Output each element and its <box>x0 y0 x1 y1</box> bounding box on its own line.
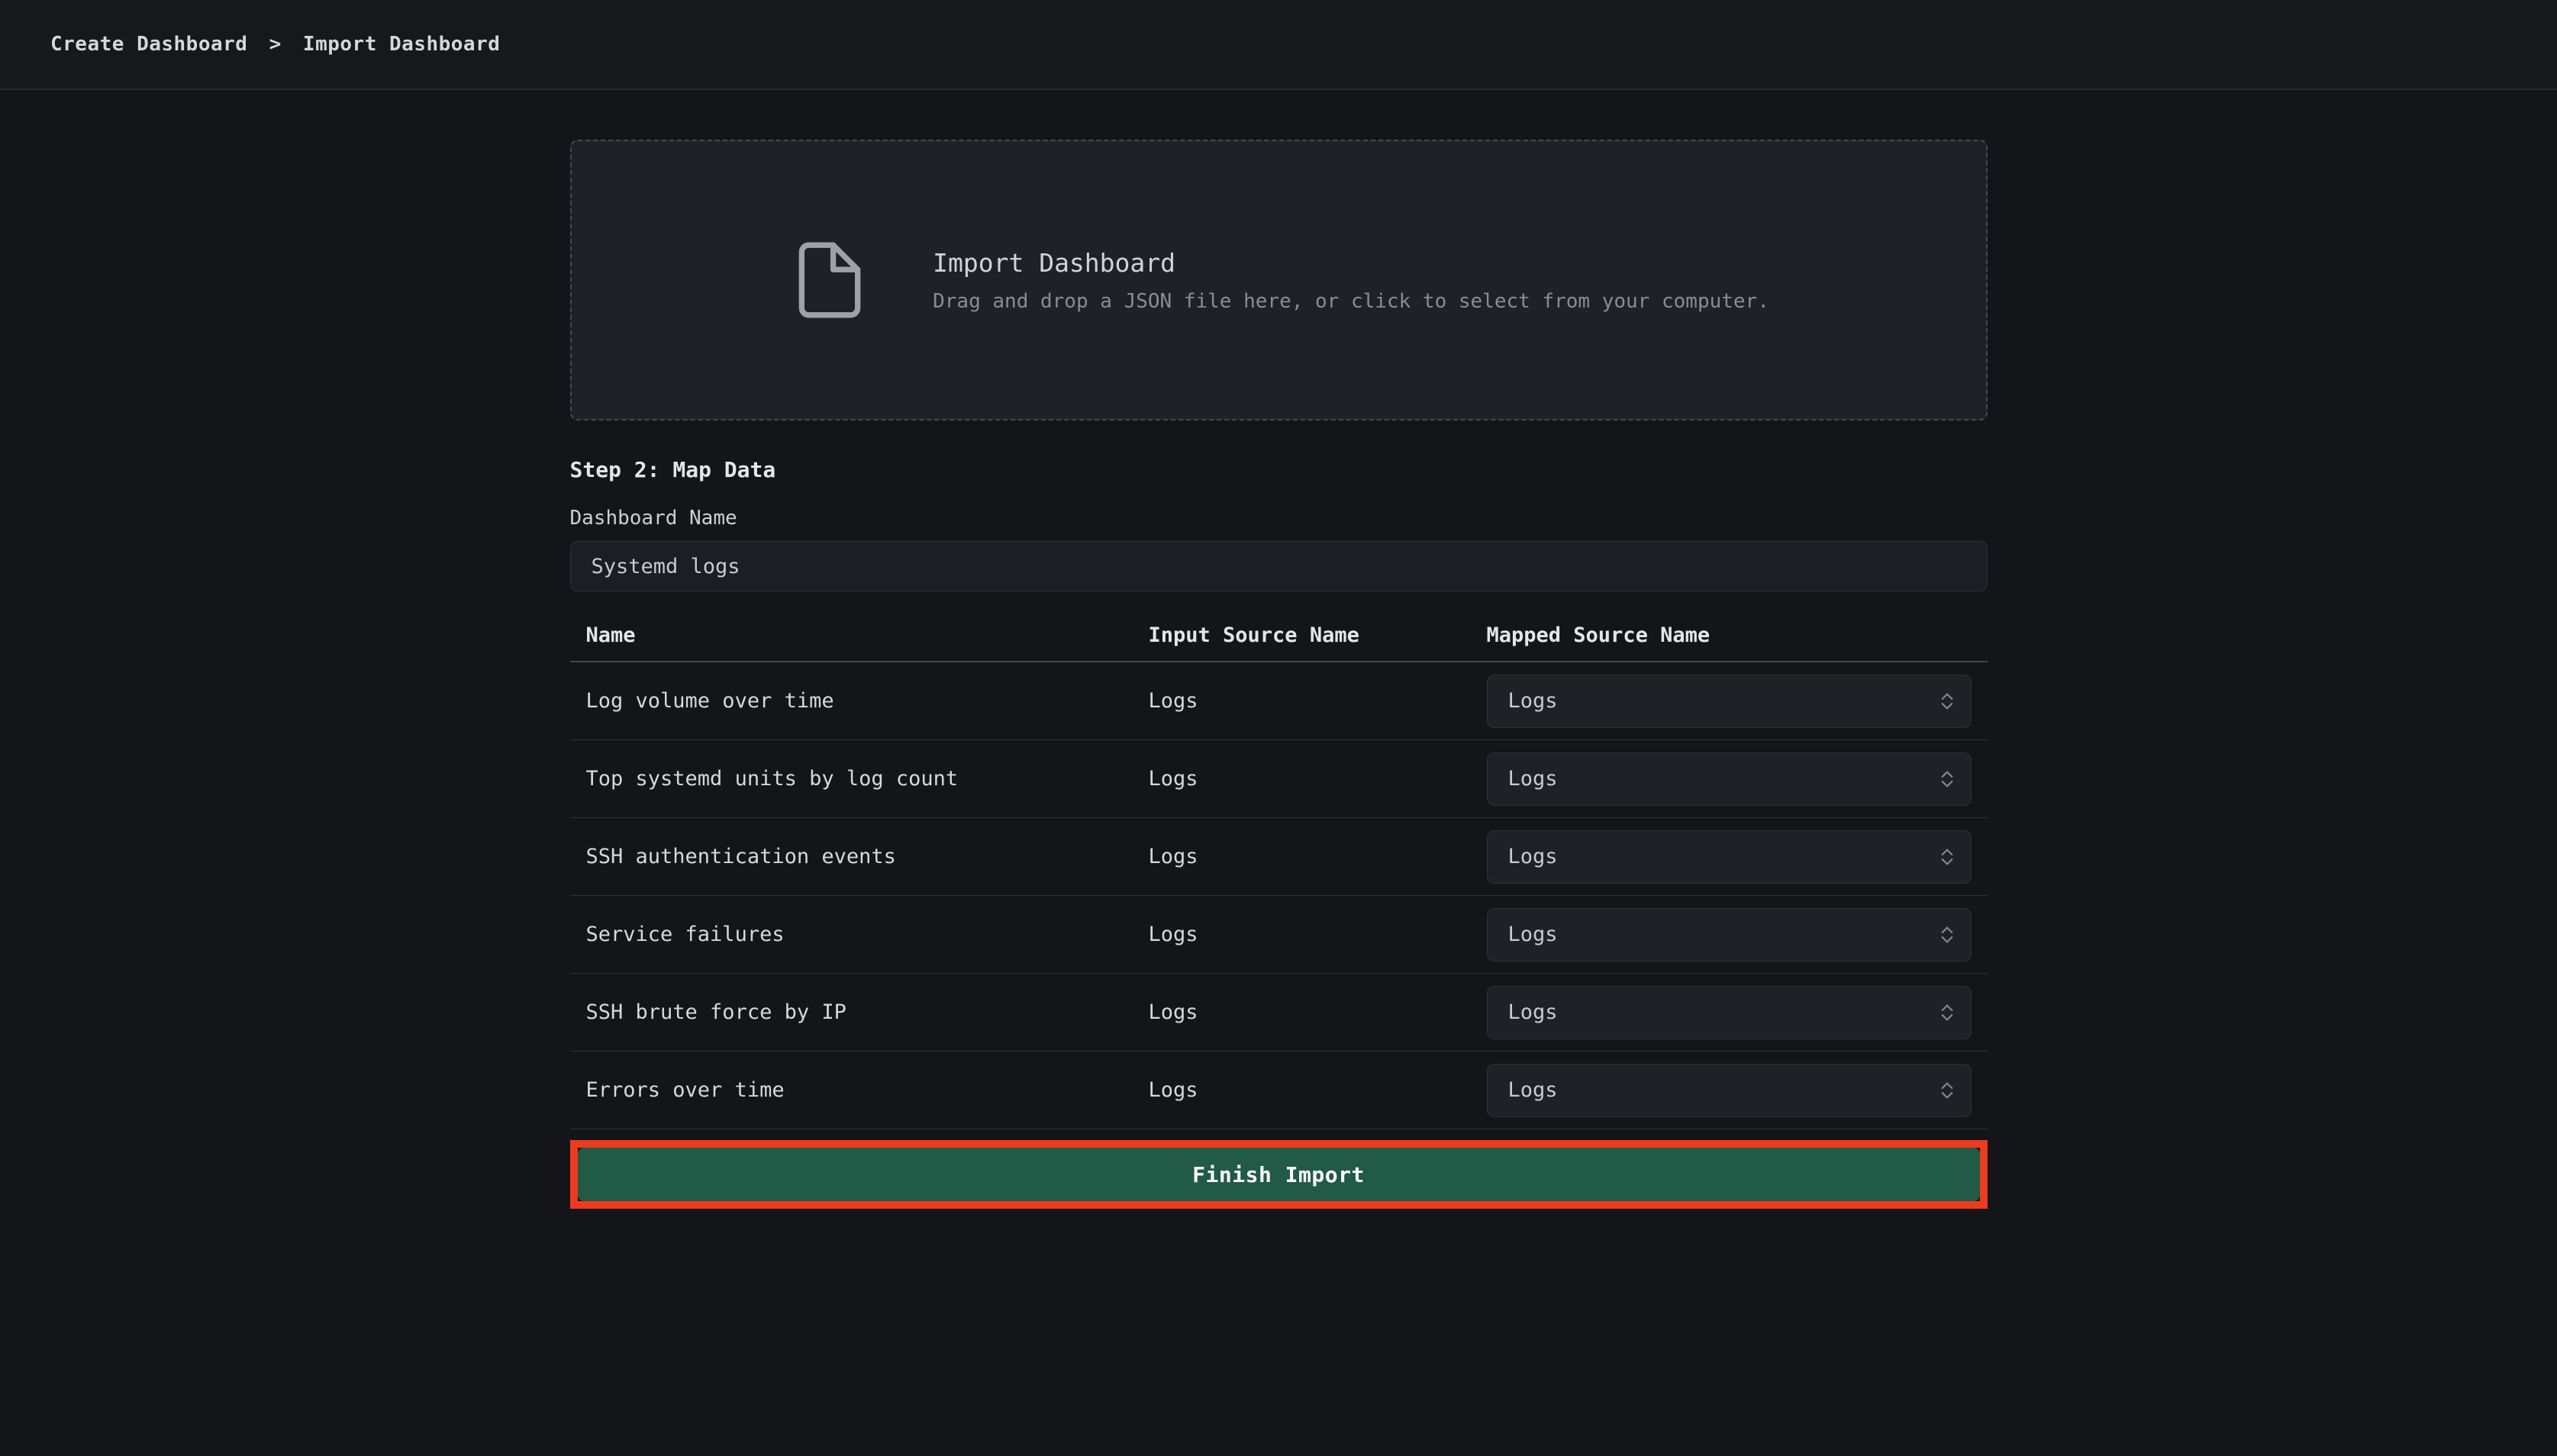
row-name: Top systemd units by log count <box>570 767 1149 791</box>
finish-import-button[interactable]: Finish Import <box>578 1148 1980 1201</box>
mapped-source-select[interactable]: Logs <box>1487 752 1972 806</box>
table-row: Service failuresLogsLogs <box>570 896 1988 974</box>
table-row: SSH authentication eventsLogsLogs <box>570 818 1988 896</box>
row-name: Log volume over time <box>570 689 1149 713</box>
dropzone-subtitle: Drag and drop a JSON file here, or click… <box>933 290 1769 313</box>
import-dashboard-page: Import Dashboard Drag and drop a JSON fi… <box>570 90 1988 1209</box>
header-input-source: Input Source Name <box>1149 623 1487 647</box>
row-input-source: Logs <box>1149 923 1487 946</box>
chevrons-up-down-icon <box>1936 844 1959 870</box>
chevrons-up-down-icon <box>1936 688 1959 714</box>
breadcrumb-separator: > <box>269 33 282 56</box>
mapped-source-select-value: Logs <box>1508 689 1558 713</box>
mapped-source-select-value: Logs <box>1508 767 1558 791</box>
row-input-source: Logs <box>1149 1078 1487 1102</box>
header-mapped-source: Mapped Source Name <box>1487 623 1988 647</box>
dashboard-name-input[interactable] <box>570 541 1988 591</box>
mapped-source-select[interactable]: Logs <box>1487 830 1972 884</box>
file-dropzone[interactable]: Import Dashboard Drag and drop a JSON fi… <box>570 140 1988 420</box>
row-name: SSH authentication events <box>570 845 1149 868</box>
mapped-source-select[interactable]: Logs <box>1487 986 1972 1039</box>
chevrons-up-down-icon <box>1936 922 1959 948</box>
topbar: Create Dashboard > Import Dashboard <box>0 0 2557 90</box>
header-name: Name <box>570 623 1149 647</box>
mapping-table-body: Log volume over timeLogsLogsTop systemd … <box>570 662 1988 1129</box>
table-row: Errors over timeLogsLogs <box>570 1052 1988 1129</box>
mapped-source-select-value: Logs <box>1508 923 1558 946</box>
table-row: SSH brute force by IPLogsLogs <box>570 974 1988 1052</box>
table-header-row: Name Input Source Name Mapped Source Nam… <box>570 591 1988 662</box>
chevrons-up-down-icon <box>1936 1000 1959 1026</box>
mapped-source-select[interactable]: Logs <box>1487 1064 1972 1117</box>
table-row: Log volume over timeLogsLogs <box>570 662 1988 740</box>
row-input-source: Logs <box>1149 689 1487 713</box>
dashboard-name-label: Dashboard Name <box>570 507 1988 530</box>
mapped-source-select-value: Logs <box>1508 1078 1558 1102</box>
row-input-source: Logs <box>1149 767 1487 791</box>
dropzone-title: Import Dashboard <box>933 248 1769 278</box>
breadcrumb-item-create-dashboard[interactable]: Create Dashboard <box>50 33 247 56</box>
mapped-source-select-value: Logs <box>1508 845 1558 868</box>
row-name: SSH brute force by IP <box>570 1000 1149 1024</box>
chevrons-up-down-icon <box>1936 1078 1959 1103</box>
table-row: Top systemd units by log countLogsLogs <box>570 740 1988 818</box>
mapped-source-select-value: Logs <box>1508 1000 1558 1024</box>
mapped-source-select[interactable]: Logs <box>1487 908 1972 962</box>
file-icon <box>788 238 872 322</box>
row-name: Service failures <box>570 923 1149 946</box>
row-input-source: Logs <box>1149 845 1487 868</box>
step-heading: Step 2: Map Data <box>570 457 1988 482</box>
chevrons-up-down-icon <box>1936 766 1959 792</box>
mapping-table: Name Input Source Name Mapped Source Nam… <box>570 591 1988 1129</box>
dropzone-text: Import Dashboard Drag and drop a JSON fi… <box>933 248 1769 313</box>
action-highlight-box: Finish Import <box>570 1140 1988 1209</box>
breadcrumb: Create Dashboard > Import Dashboard <box>50 33 500 56</box>
row-input-source: Logs <box>1149 1000 1487 1024</box>
mapped-source-select[interactable]: Logs <box>1487 675 1972 728</box>
breadcrumb-item-import-dashboard[interactable]: Import Dashboard <box>303 33 500 56</box>
row-name: Errors over time <box>570 1078 1149 1102</box>
